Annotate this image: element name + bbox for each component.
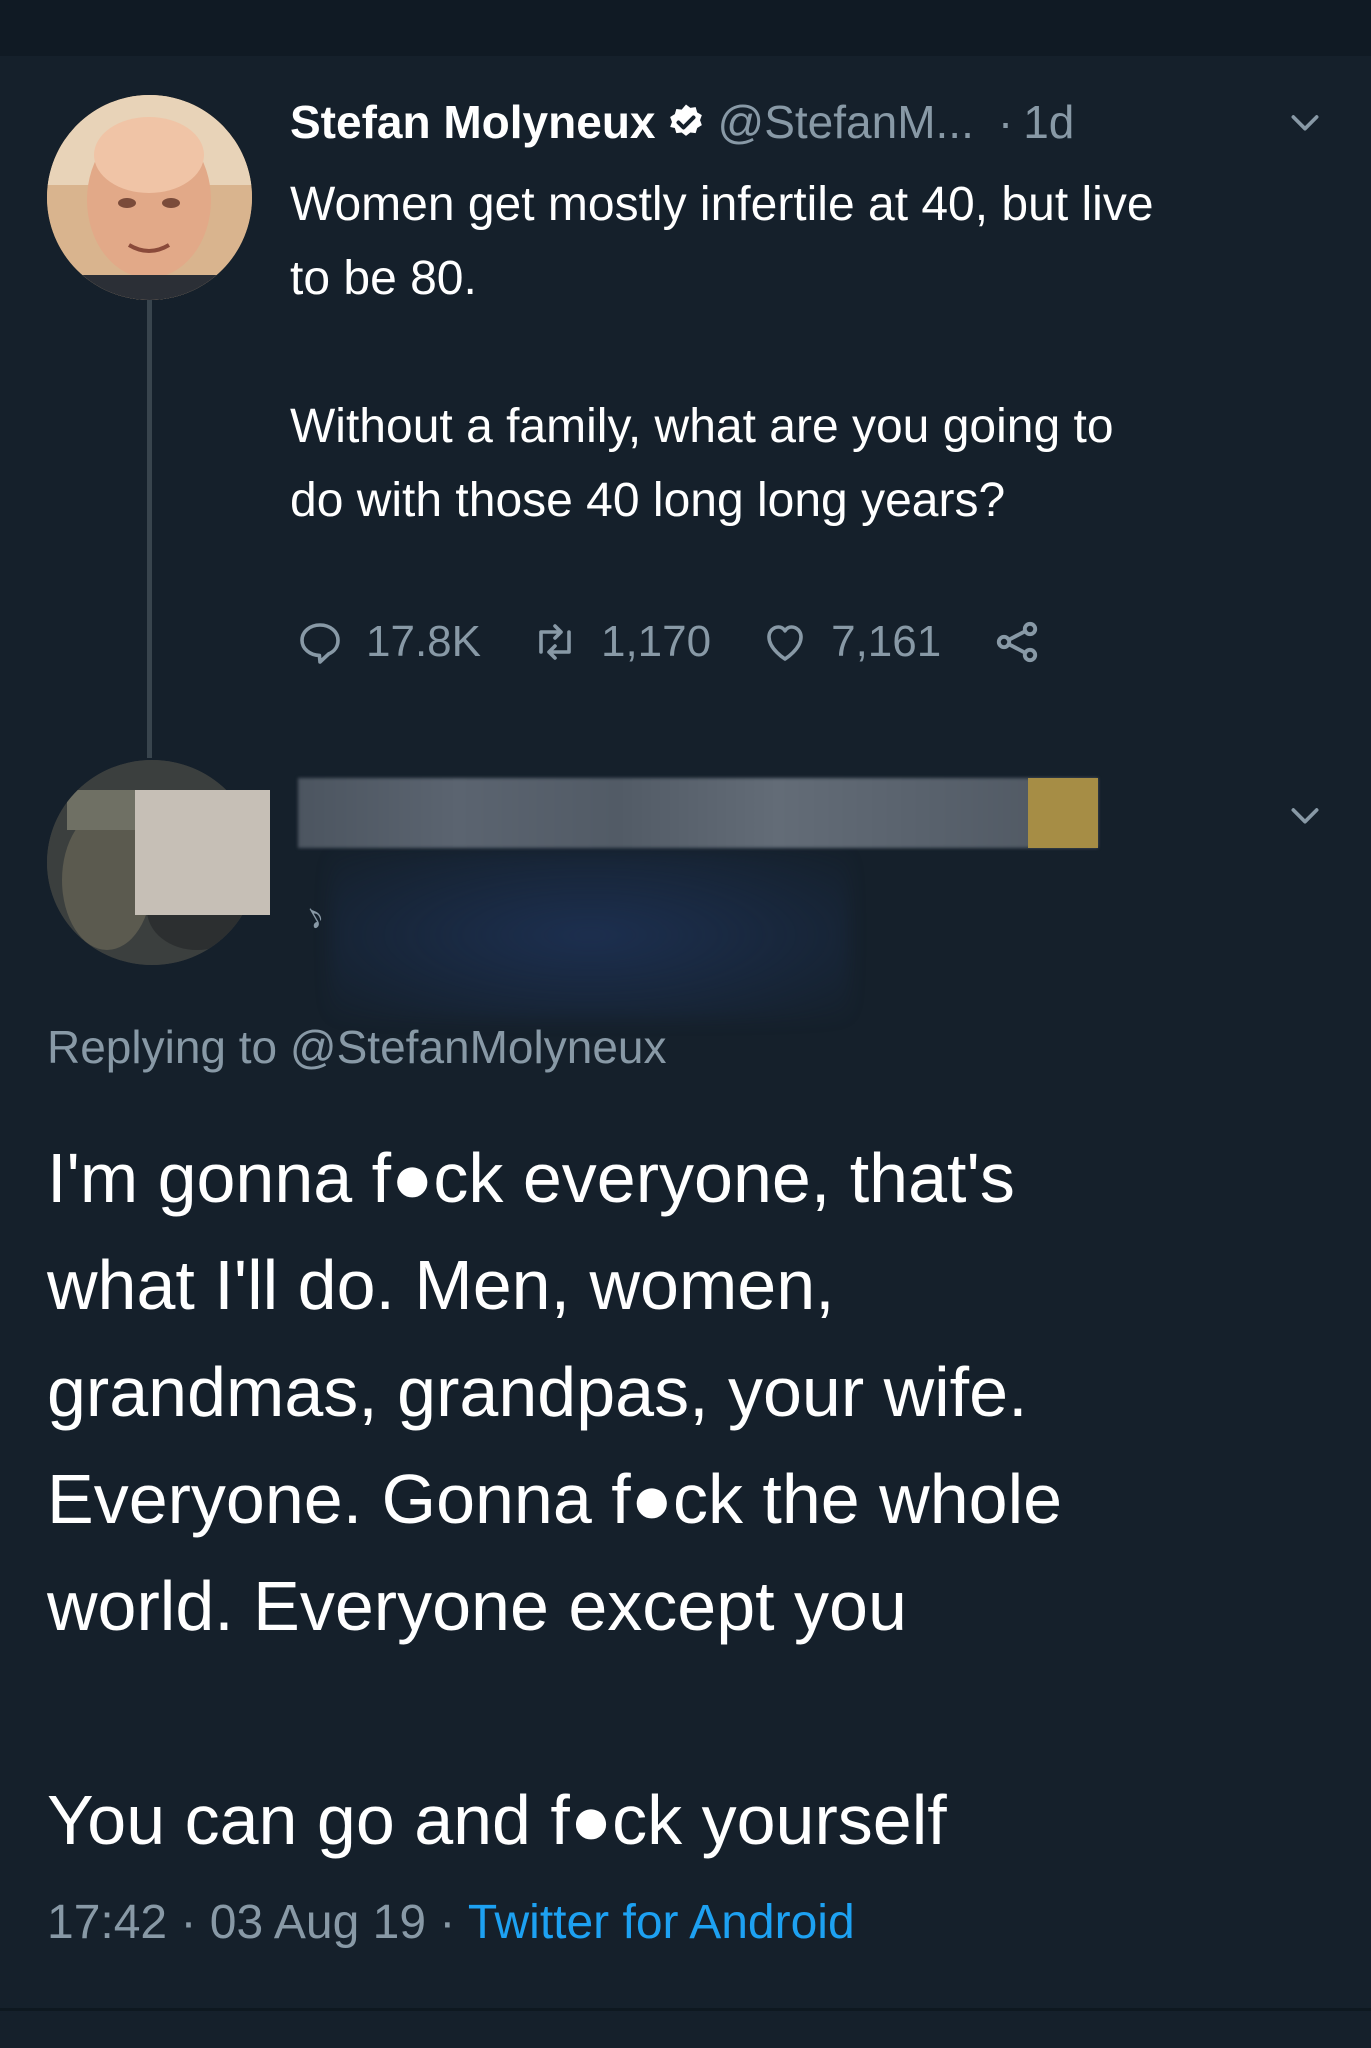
- tweet-actions: 17.8K 1,170 7,161: [296, 612, 1043, 672]
- tweet-timestamp[interactable]: 1d: [1023, 95, 1074, 149]
- chevron-down-icon[interactable]: [1285, 795, 1325, 835]
- redaction-block: [135, 790, 270, 915]
- separator-dot: ·: [180, 1896, 197, 1949]
- replying-to-label: Replying to: [47, 1021, 278, 1073]
- redaction-blur: [330, 850, 850, 1020]
- tweet-text: Women get mostly infertile at 40, but li…: [290, 178, 1154, 527]
- watermark-icon: ♪: [295, 893, 332, 938]
- author-handle[interactable]: @StefanM...: [718, 95, 974, 149]
- share-icon[interactable]: [991, 616, 1043, 668]
- reply-time[interactable]: 17:42: [47, 1896, 167, 1949]
- author-name[interactable]: Stefan Molyneux: [290, 95, 656, 149]
- redacted-username-segment: [1028, 778, 1098, 848]
- separator-dot: ·: [439, 1896, 456, 1949]
- verified-badge-icon: [669, 104, 702, 136]
- thread-connector-line: [147, 298, 152, 758]
- tweet-footer: 17:42 · 03 Aug 19 · Twitter for Android: [47, 1895, 855, 1950]
- divider: [0, 2008, 1371, 2011]
- reply-date[interactable]: 03 Aug 19: [210, 1896, 426, 1949]
- retweet-icon: [539, 624, 571, 660]
- separator-dot: ·: [997, 96, 1014, 148]
- retweet-button[interactable]: 1,170: [531, 617, 711, 667]
- replying-to: Replying to @StefanMolyneux: [47, 1020, 666, 1074]
- heart-icon: [767, 625, 803, 661]
- replying-to-handle[interactable]: @StefanMolyneux: [290, 1021, 667, 1073]
- tweet-source-link[interactable]: Twitter for Android: [468, 1896, 855, 1949]
- reply-icon: [300, 623, 340, 664]
- redacted-username-bar: [298, 778, 1098, 848]
- like-button[interactable]: 7,161: [761, 617, 941, 667]
- top-bar: [0, 0, 1371, 56]
- chevron-down-icon[interactable]: [1285, 102, 1325, 142]
- author-photo-icon: [47, 95, 252, 300]
- tweet-header: Stefan Molyneux @StefanM... · 1d: [290, 92, 1074, 152]
- reply-button[interactable]: 17.8K: [296, 617, 481, 667]
- reply-text: I'm gonna f●ck everyone, that's what I'l…: [47, 1139, 1063, 1859]
- retweet-count: 1,170: [600, 617, 712, 666]
- avatar[interactable]: [47, 95, 252, 300]
- like-count: 7,161: [831, 617, 942, 666]
- reply-count: 17.8K: [366, 617, 481, 666]
